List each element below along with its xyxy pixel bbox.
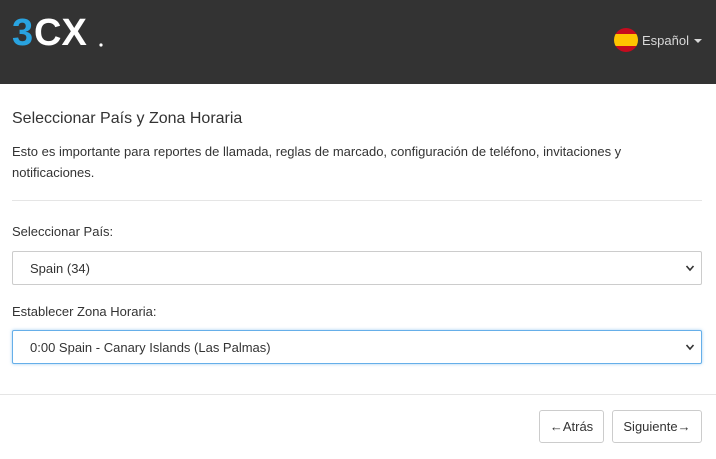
chevron-down-icon: [685, 344, 695, 351]
caret-down-icon: [694, 39, 702, 43]
language-selector[interactable]: Español: [614, 28, 702, 52]
back-button[interactable]: ←Atrás: [539, 410, 604, 443]
timezone-label: Establecer Zona Horaria:: [12, 304, 157, 319]
country-select[interactable]: Spain (34): [12, 251, 702, 285]
spain-flag-icon: [614, 28, 639, 52]
3cx-logo-icon: 3 CX: [12, 14, 103, 50]
page-title: Seleccionar País y Zona Horaria: [12, 110, 243, 127]
footer-divider: [0, 394, 716, 395]
timezone-select-value: 0:00 Spain - Canary Islands (Las Palmas): [30, 339, 271, 355]
country-select-value: Spain (34): [30, 260, 90, 276]
next-button[interactable]: Siguiente→: [612, 410, 702, 443]
timezone-select[interactable]: 0:00 Spain - Canary Islands (Las Palmas): [12, 330, 702, 364]
language-label: Español: [642, 32, 689, 48]
country-label: Seleccionar País:: [12, 224, 114, 239]
svg-text:CX: CX: [34, 14, 87, 50]
svg-text:3: 3: [12, 14, 33, 50]
3cx-logo: 3 CX: [12, 14, 104, 50]
section-divider: [12, 200, 702, 201]
page-description: Esto es importante para reportes de llam…: [12, 144, 622, 180]
top-header-bar: 3 CX Español: [0, 0, 716, 84]
chevron-down-icon: [685, 265, 695, 272]
